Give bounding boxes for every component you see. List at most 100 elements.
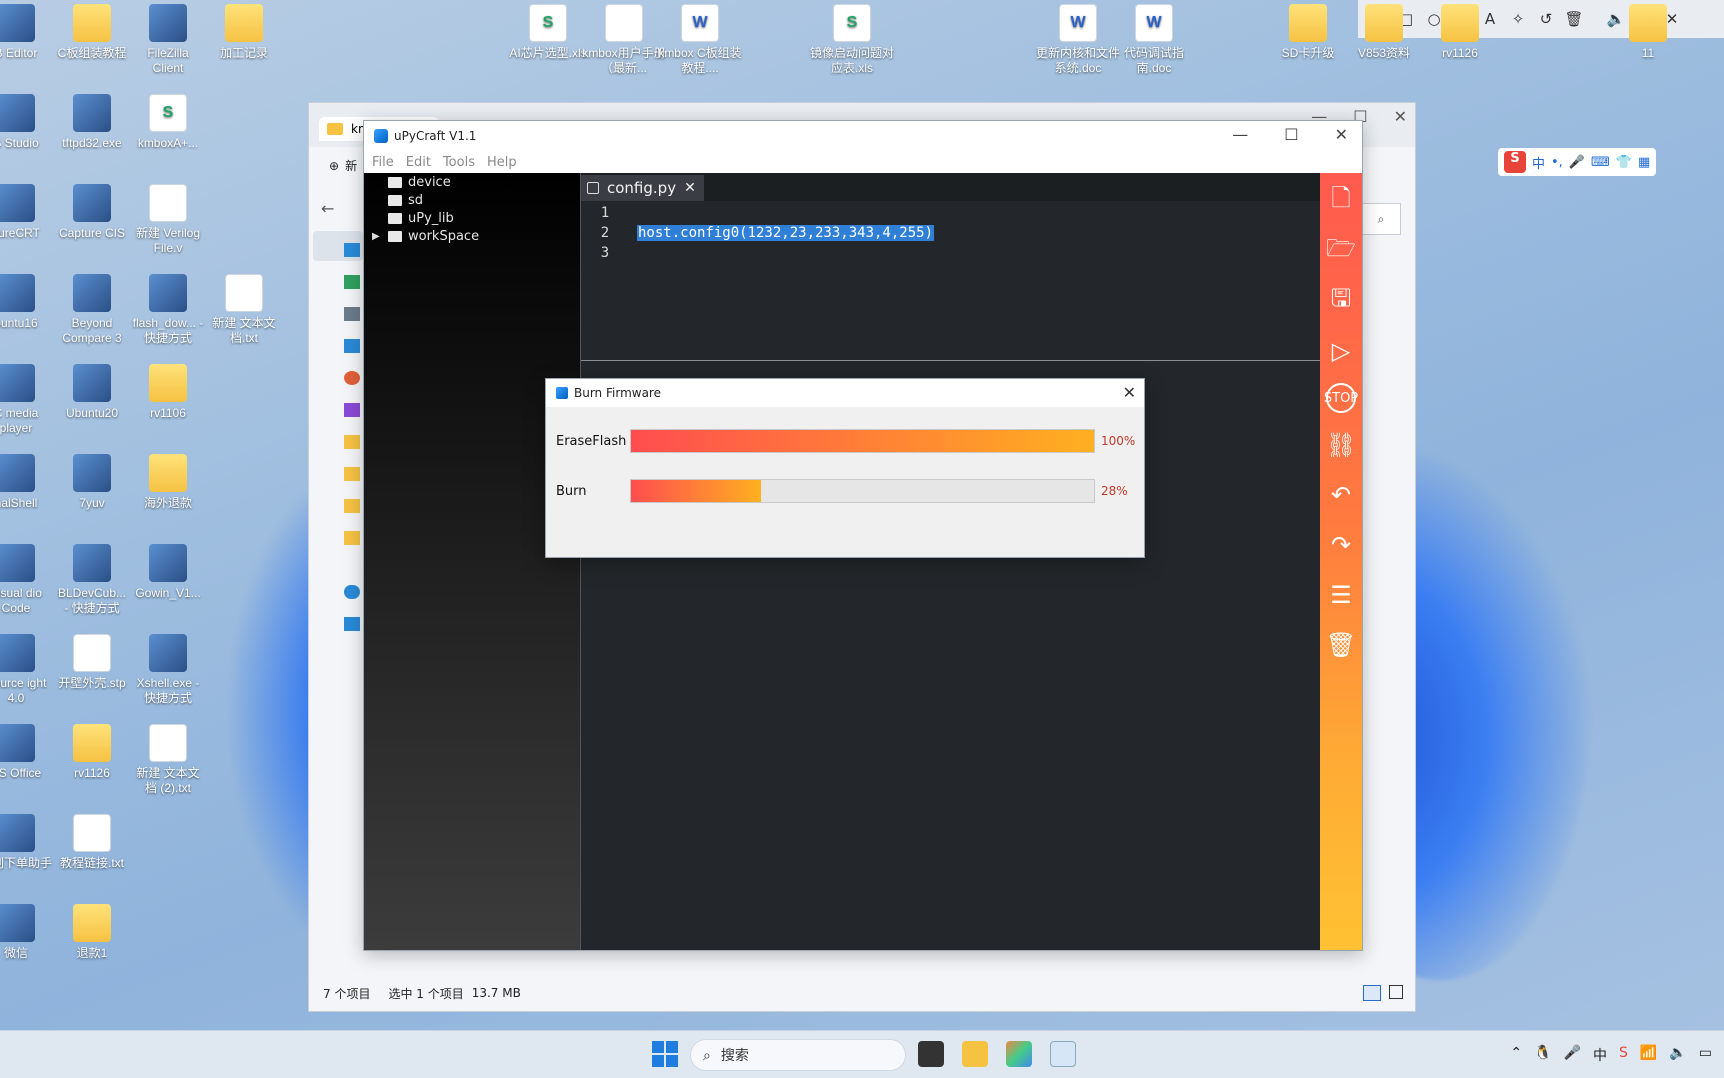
stop-icon[interactable]: STOP [1324, 383, 1358, 413]
close-icon[interactable]: ✕ [1123, 383, 1136, 402]
desktop-icon[interactable]: ountu16 [0, 274, 52, 331]
folder-icon[interactable] [344, 467, 360, 481]
tree-item-sd[interactable]: sd [364, 191, 580, 209]
file-explorer-icon[interactable] [962, 1041, 988, 1067]
connect-icon[interactable]: ⛓ [1326, 427, 1356, 463]
microphone-icon[interactable]: 🎤 [1564, 1045, 1581, 1065]
magic-icon[interactable]: ✧ [1508, 9, 1528, 29]
desktop-icon[interactable]: Ubuntu20 [56, 364, 128, 421]
desktop-icon[interactable]: C media player [0, 364, 52, 436]
desktop-icon[interactable]: 开壁外壳.stp [56, 634, 128, 691]
task-view-icon[interactable] [918, 1041, 944, 1067]
desktop-icon[interactable]: 7yuv [56, 454, 128, 511]
taskbar-search[interactable]: ⌕ 搜索 [690, 1039, 906, 1071]
desktop-icon[interactable]: SkmboxA+... [132, 94, 204, 151]
wifi-icon[interactable]: 📶 [1640, 1045, 1657, 1065]
trash-icon[interactable]: 🗑 [1564, 9, 1584, 29]
microphone-icon[interactable]: 🎤 [1569, 155, 1585, 170]
ime-tray-icon[interactable]: 中 [1593, 1045, 1607, 1065]
folder-icon[interactable] [344, 435, 360, 449]
desktop-icon[interactable]: cureCRT [0, 184, 52, 241]
tiles-view-icon[interactable] [1389, 985, 1403, 999]
battery-icon[interactable]: ▭ [1699, 1045, 1712, 1065]
minimize-icon[interactable]: — [1232, 125, 1248, 144]
desktop-icon[interactable]: Visual dio Code [0, 544, 52, 616]
close-icon[interactable]: ✕ [1394, 107, 1407, 126]
desktop-icon[interactable]: rv1106 [132, 364, 204, 421]
desktop-icon[interactable]: nalShell [0, 454, 52, 511]
speaker-icon[interactable]: 🔈 [1669, 1045, 1686, 1065]
tab-config-py[interactable]: config.py ✕ [581, 175, 704, 201]
desktop-icon[interactable]: 退款1 [56, 904, 128, 961]
desktop-icon[interactable]: BLDevCub... - 快捷方式 [56, 544, 128, 616]
redo-icon[interactable]: ↷ [1326, 527, 1356, 563]
expand-arrow-icon[interactable]: ▶ [372, 231, 380, 242]
new-button[interactable]: ⊕ 新 [329, 157, 357, 174]
desktop-icon[interactable]: 教程链接.txt [56, 814, 128, 871]
videos-icon[interactable] [344, 403, 360, 417]
sogou-tray-icon[interactable]: S [1619, 1045, 1628, 1065]
desktop-icon[interactable]: 新建 文本文档.txt [208, 274, 280, 346]
desktop-icon[interactable]: rv1126 [56, 724, 128, 781]
desktop-icon[interactable]: C板组装教程 [56, 4, 128, 61]
details-view-icon[interactable] [1363, 985, 1381, 1001]
tree-item-device[interactable]: device [364, 173, 580, 191]
clear-icon[interactable]: 🗑 [1326, 627, 1356, 663]
desktop-icon[interactable]: Wkmbox C板组装教程.... [654, 4, 746, 76]
desktop-icon[interactable]: 新建 Verilog File.v [132, 184, 204, 256]
desktop-icon[interactable]: 新建 文本文档 (2).txt [132, 724, 204, 796]
undo-icon[interactable]: ↶ [1326, 477, 1356, 513]
upycraft-taskbar-icon[interactable] [1050, 1041, 1076, 1067]
windows-start-icon[interactable] [652, 1041, 678, 1067]
menu-grid-icon[interactable]: ▦ [1638, 155, 1650, 170]
menu-edit[interactable]: Edit [406, 155, 431, 170]
code-editor[interactable]: 1 2 host.config0(1232,23,233,343,4,255) 3 [581, 201, 1322, 361]
tab-close-icon[interactable]: ✕ [684, 180, 696, 196]
desktop-icon[interactable]: B Editor [0, 4, 52, 61]
qq-icon[interactable]: 🐧 [1534, 1045, 1551, 1065]
desktop-icon[interactable]: flash_dow... - 快捷方式 [132, 274, 204, 346]
desktop-icon[interactable]: S Studio [0, 94, 52, 151]
desktop-icon[interactable]: 海外退款 [132, 454, 204, 511]
desktop-icon[interactable]: Capture CIS [56, 184, 128, 241]
save-icon[interactable]: 🖫 [1326, 283, 1356, 319]
maximize-icon[interactable]: ☐ [1284, 125, 1298, 144]
keyboard-icon[interactable]: ⌨ [1591, 155, 1610, 170]
skin-icon[interactable]: 👕 [1616, 155, 1632, 170]
close-icon[interactable]: ✕ [1335, 125, 1348, 144]
desktop-icon[interactable]: Xshell.exe - 快捷方式 [132, 634, 204, 706]
undo-icon[interactable]: ↺ [1536, 9, 1556, 29]
desktop-icon[interactable]: FileZilla Client [132, 4, 204, 76]
desktop-icon[interactable]: rv1126 [1414, 4, 1506, 61]
tree-item-workspace[interactable]: ▶ workSpace [364, 227, 580, 245]
search-icon[interactable]: ⌕ [1361, 203, 1401, 235]
app-icon[interactable] [1006, 1041, 1032, 1067]
desktop-icon[interactable]: W 代码调试指南.doc [1108, 4, 1200, 76]
desktop-icon[interactable]: 微信 [0, 904, 52, 961]
desktop-icon[interactable] [344, 243, 360, 257]
document-icon[interactable] [344, 307, 360, 321]
desktop-icon[interactable]: Gowin_V1... [132, 544, 204, 601]
desktop-icon[interactable]: Beyond Compare 3 [56, 274, 128, 346]
desktop-icon[interactable]: Source ight 4.0 [0, 634, 52, 706]
menu-tools[interactable]: Tools [443, 155, 475, 170]
punctuation-icon[interactable]: •, [1551, 155, 1563, 170]
desktop-icon[interactable]: S 镜像启动问题对应表.xls [806, 4, 898, 76]
open-file-icon[interactable]: 🗁 [1326, 233, 1356, 269]
music-icon[interactable] [344, 371, 360, 385]
tree-item-upy_lib[interactable]: uPy_lib [364, 209, 580, 227]
this-pc-icon[interactable] [344, 617, 360, 631]
back-arrow-icon[interactable]: ← [321, 199, 334, 218]
desktop-icon[interactable]: 云创下单助手 [0, 814, 52, 871]
syntax-check-icon[interactable]: ☰ [1326, 577, 1356, 613]
desktop-icon[interactable]: 加工记录 [208, 4, 280, 61]
menu-help[interactable]: Help [487, 155, 517, 170]
download-icon[interactable] [344, 275, 360, 289]
desktop-icon[interactable]: tftpd32.exe [56, 94, 128, 151]
menu-file[interactable]: File [372, 155, 394, 170]
pictures-icon[interactable] [344, 339, 360, 353]
chevron-up-icon[interactable]: ⌃ [1510, 1045, 1522, 1065]
onedrive-icon[interactable] [344, 585, 360, 599]
folder-icon[interactable] [344, 531, 360, 545]
folder-icon[interactable] [344, 499, 360, 513]
